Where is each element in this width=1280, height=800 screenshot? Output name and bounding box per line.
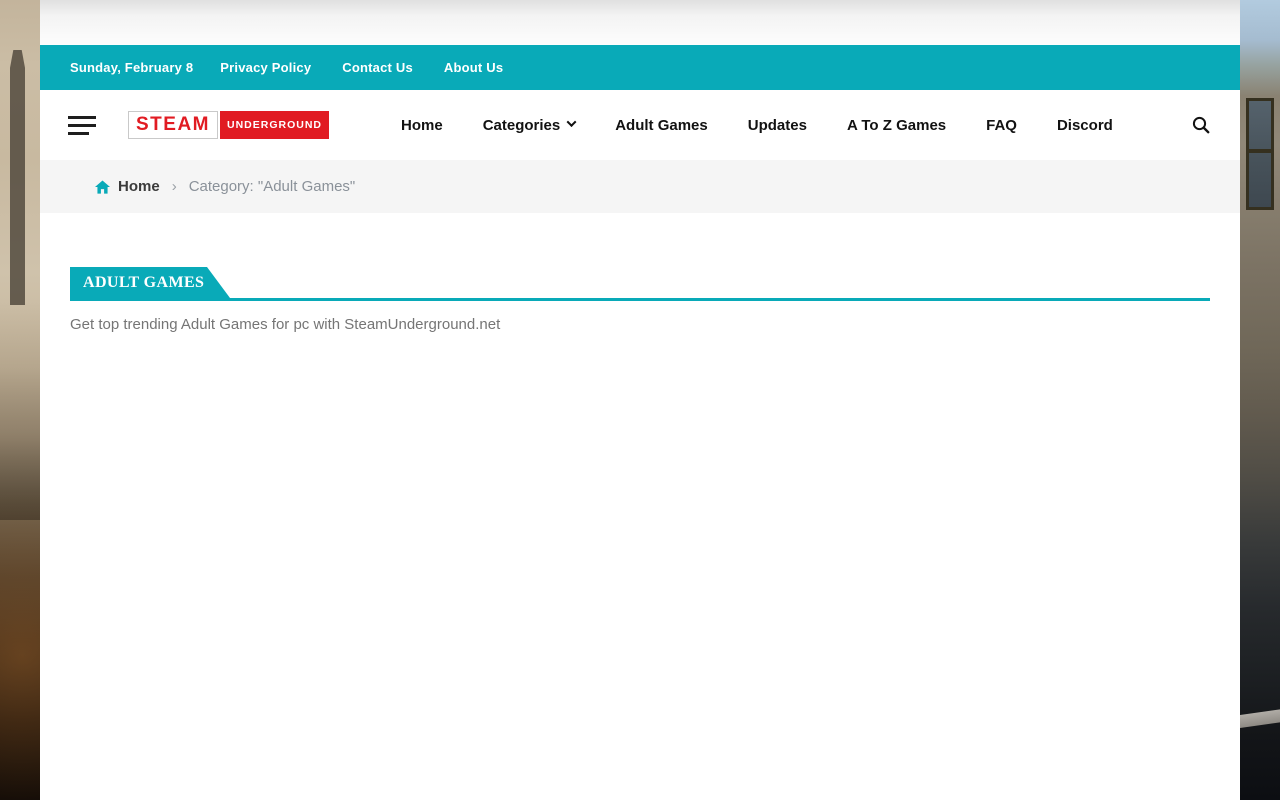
breadcrumb-separator: › (172, 178, 177, 195)
main-navigation: Home Categories Adult Games Updates A To… (401, 117, 1113, 134)
pre-header-space (40, 0, 1240, 45)
nav-item-home[interactable]: Home (401, 117, 443, 134)
logo-underground-text: UNDERGROUND (220, 111, 329, 139)
category-description: Get top trending Adult Games for pc with… (70, 314, 1210, 335)
background-window (1246, 98, 1274, 210)
hamburger-menu-icon[interactable] (68, 116, 96, 135)
breadcrumb-current-page: Category: "Adult Games" (189, 178, 356, 195)
breadcrumb-home-label: Home (118, 178, 160, 195)
nav-item-a-to-z-games[interactable]: A To Z Games (847, 117, 946, 134)
background-image-right (1240, 0, 1280, 800)
category-title: ADULT GAMES (70, 267, 207, 298)
logo-steam-text: STEAM (128, 111, 218, 139)
site-logo[interactable]: STEAM UNDERGROUND (128, 111, 329, 139)
nav-item-faq[interactable]: FAQ (986, 117, 1017, 134)
topbar-link-about-us[interactable]: About Us (444, 60, 503, 75)
nav-item-updates[interactable]: Updates (748, 117, 807, 134)
search-icon[interactable] (1190, 114, 1212, 136)
top-bar: Sunday, February 8 Privacy Policy Contac… (40, 45, 1240, 90)
category-title-slant (207, 267, 230, 298)
site-container: Sunday, February 8 Privacy Policy Contac… (40, 0, 1240, 800)
background-ledge (1240, 709, 1280, 728)
main-header: STEAM UNDERGROUND Home Categories Adult … (40, 90, 1240, 160)
nav-item-adult-games[interactable]: Adult Games (615, 117, 708, 134)
hamburger-bar (68, 124, 96, 127)
breadcrumb-home-link[interactable]: Home (95, 178, 160, 195)
nav-item-categories[interactable]: Categories (483, 117, 576, 134)
background-haze (0, 300, 40, 520)
page-content: ADULT GAMES Get top trending Adult Games… (40, 213, 1240, 335)
hamburger-bar (68, 116, 96, 119)
background-image-left (0, 0, 40, 800)
home-icon (95, 180, 110, 194)
chevron-down-icon (567, 117, 577, 127)
background-tower-silhouette (10, 50, 25, 305)
topbar-link-privacy-policy[interactable]: Privacy Policy (220, 60, 311, 75)
topbar-link-contact-us[interactable]: Contact Us (342, 60, 413, 75)
hamburger-bar (68, 132, 89, 135)
current-date: Sunday, February 8 (70, 60, 193, 75)
breadcrumb: Home › Category: "Adult Games" (40, 160, 1240, 213)
category-section-header: ADULT GAMES (70, 267, 1210, 301)
nav-item-discord[interactable]: Discord (1057, 117, 1113, 134)
category-title-flag: ADULT GAMES (70, 267, 230, 298)
